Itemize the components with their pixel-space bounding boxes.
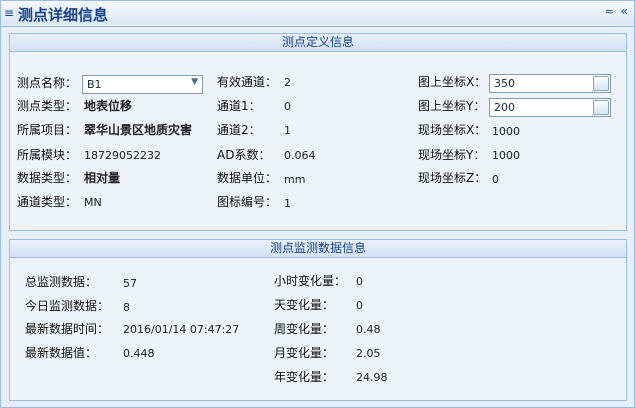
project-value: 翠华山景区地质灾害 (84, 123, 193, 137)
collapse-icon[interactable]: ≈ (605, 5, 614, 18)
unit-label: 数据单位： (217, 171, 278, 185)
map-x-field[interactable]: 350 (489, 74, 611, 93)
hour-change-label: 小时变化量： (274, 274, 347, 288)
monitoring-legend: 测点监测数据信息 (10, 240, 626, 258)
map-y-trigger-button[interactable] (593, 100, 609, 115)
point-type-value: 地表位移 (84, 99, 133, 113)
channel1-label: 通道1： (217, 99, 261, 113)
icon-no-label: 图标编号： (217, 195, 278, 209)
day-change-value: 0 (356, 299, 363, 312)
definition-legend: 测点定义信息 (10, 34, 626, 52)
channel2-label: 通道2： (217, 123, 261, 137)
site-x-label: 现场坐标X： (418, 123, 487, 137)
valid-channel-label: 有效通道： (217, 75, 278, 89)
map-y-label: 图上坐标Y： (418, 99, 486, 113)
map-x-value: 350 (494, 77, 515, 90)
map-y-field[interactable]: 200 (489, 98, 611, 117)
site-x-value: 1000 (492, 125, 520, 138)
channel1-value: 0 (284, 100, 291, 113)
month-change-label: 月变化量： (274, 346, 335, 360)
day-change-label: 天变化量： (274, 298, 335, 312)
site-z-label: 现场坐标Z： (418, 171, 487, 185)
week-change-value: 0.48 (356, 323, 381, 336)
hour-change-value: 0 (356, 275, 363, 288)
latest-value-label: 最新数据值： (25, 346, 98, 360)
channel-type-value: MN (84, 196, 102, 209)
valid-channel-value: 2 (284, 76, 291, 89)
map-x-label: 图上坐标X： (418, 75, 487, 89)
point-name-select[interactable]: B1 ▼ (82, 75, 203, 94)
week-change-label: 周变化量： (274, 322, 335, 336)
channel-type-label: 通道类型： (17, 195, 78, 209)
unit-value: mm (284, 173, 306, 186)
today-data-label: 今日监测数据： (25, 299, 110, 313)
year-change-value: 24.98 (356, 371, 388, 384)
point-name-label: 测点名称： (17, 76, 78, 90)
data-type-value: 相对量 (84, 171, 121, 185)
month-change-value: 2.05 (356, 347, 381, 360)
project-label: 所属项目： (17, 123, 78, 137)
point-name-value: B1 (87, 78, 102, 91)
map-x-trigger-button[interactable] (593, 76, 609, 91)
total-data-value: 57 (123, 277, 137, 290)
module-value: 18729052232 (84, 149, 161, 162)
map-y-value: 200 (494, 101, 515, 114)
latest-time-value: 2016/01/14 07:47:27 (123, 323, 240, 336)
data-type-label: 数据类型： (17, 171, 78, 185)
total-data-label: 总监测数据： (25, 275, 98, 289)
latest-value-value: 0.448 (123, 347, 155, 360)
site-y-value: 1000 (492, 149, 520, 162)
site-y-label: 现场坐标Y： (418, 148, 486, 162)
close-icon[interactable]: « (621, 4, 628, 18)
module-label: 所属模块： (17, 148, 78, 162)
channel2-value: 1 (284, 124, 291, 137)
point-type-label: 测点类型： (17, 99, 78, 113)
panel-title: 测点详细信息 (18, 6, 109, 24)
ad-label: AD系数： (217, 148, 271, 162)
year-change-label: 年变化量： (274, 370, 335, 384)
ad-value: 0.064 (284, 149, 316, 162)
panel-header: ≡ 测点详细信息 ≈ « (1, 1, 634, 27)
chevron-down-icon[interactable]: ▼ (191, 77, 198, 87)
site-z-value: 0 (492, 173, 499, 186)
icon-no-value: 1 (284, 197, 291, 210)
today-data-value: 8 (123, 301, 130, 314)
latest-time-label: 最新数据时间： (25, 322, 110, 336)
menu-icon[interactable]: ≡ (4, 6, 14, 20)
point-detail-panel: ≡ 测点详细信息 ≈ « 测点定义信息 测点名称： B1 ▼ 测点类型： 地表位… (0, 0, 635, 408)
